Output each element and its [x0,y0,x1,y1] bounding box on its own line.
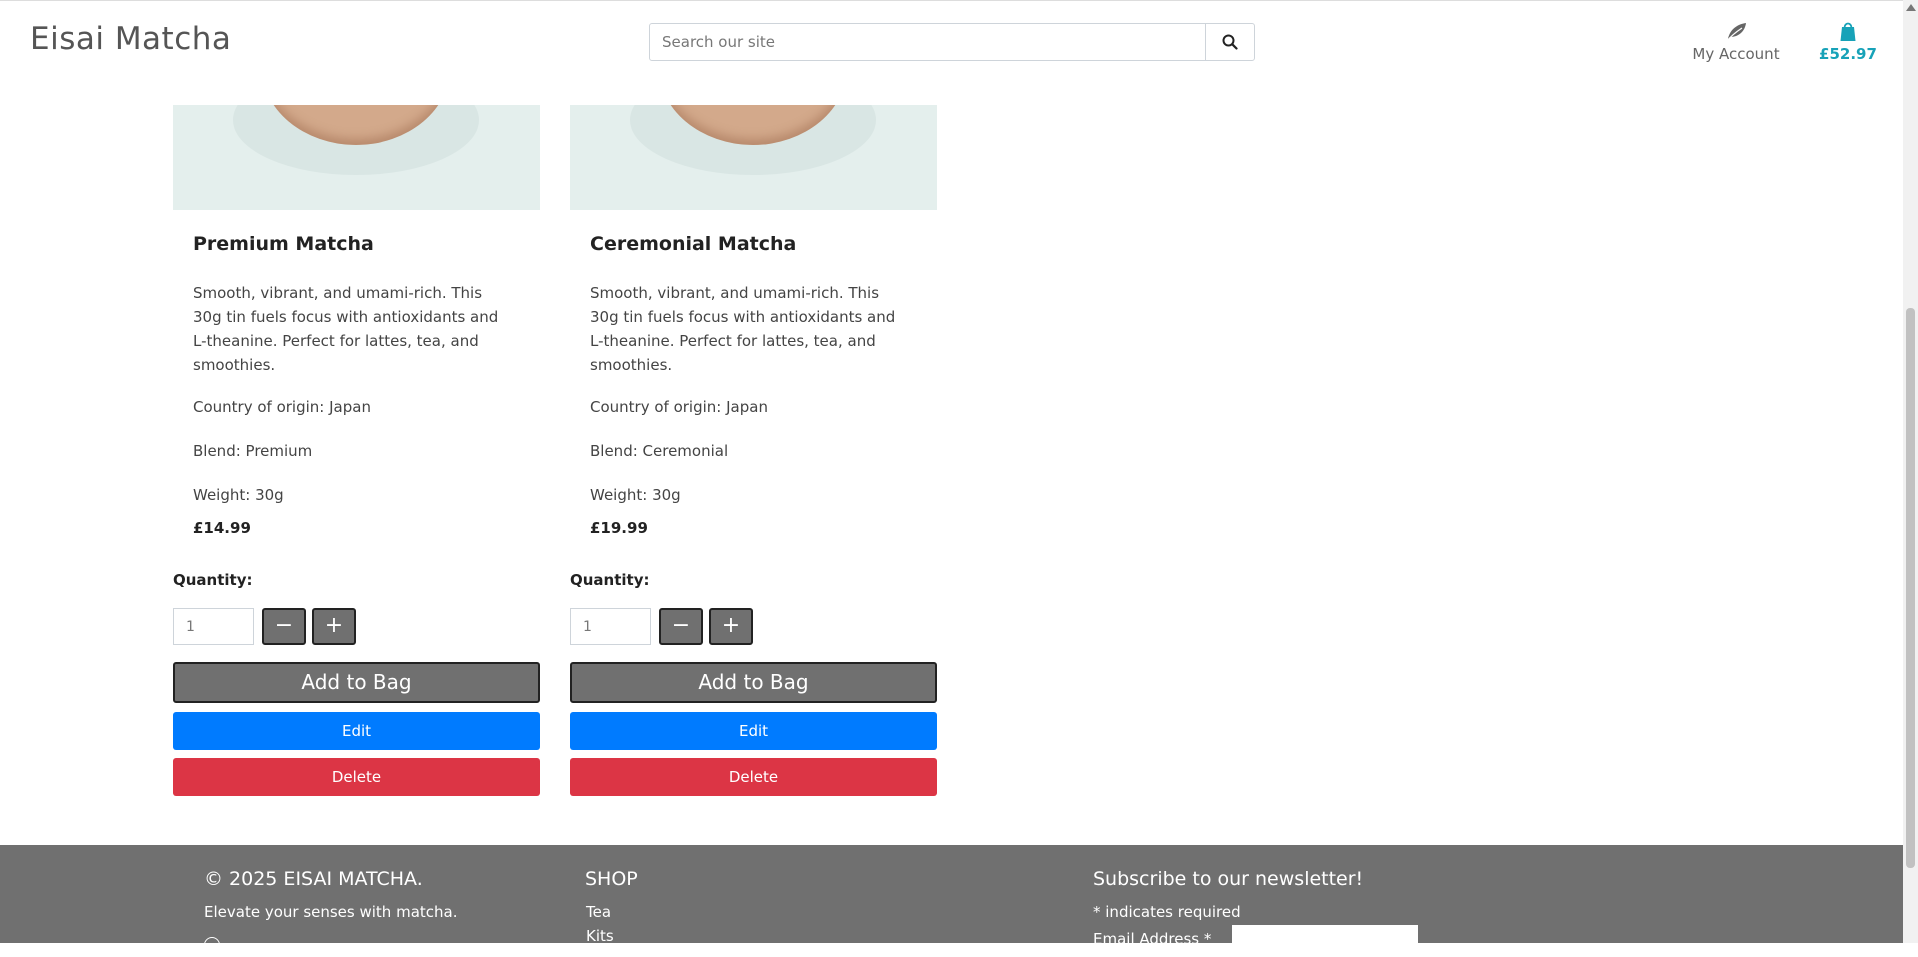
product-price: £14.99 [193,519,251,537]
increment-quantity-button[interactable]: + [709,608,753,645]
footer-link-kits[interactable]: Kits [586,927,614,945]
scrollbar-thumb[interactable] [1906,308,1915,868]
bag-total: £52.97 [1819,45,1877,63]
page-scrollbar[interactable] [1903,0,1918,943]
leaf-icon [1726,23,1746,42]
footer-copyright: © 2025 EISAI MATCHA. [204,868,423,890]
site-header: Eisai Matcha My Account £52.97 [0,0,1903,86]
product-weight: Weight: 30g [193,486,284,504]
product-origin: Country of origin: Japan [590,398,768,416]
product-weight: Weight: 30g [590,486,681,504]
decrement-quantity-button[interactable]: − [262,608,306,645]
product-title: Premium Matcha [193,233,374,255]
brand-logo-text[interactable]: Eisai Matcha [30,21,231,57]
quantity-input[interactable] [570,608,651,645]
site-footer: © 2025 EISAI MATCHA. Elevate your senses… [0,845,1903,957]
delete-product-button[interactable]: Delete [570,758,937,796]
footer-shop-heading: SHOP [585,868,638,890]
product-title: Ceremonial Matcha [590,233,797,255]
shopping-bag-link[interactable]: £52.97 [1816,19,1880,63]
shopping-bag-icon [1840,22,1856,41]
search-bar [649,23,1255,61]
product-description: Smooth, vibrant, and umami-rich. This 30… [590,284,896,374]
my-account-label: My Account [1692,45,1780,63]
delete-product-button[interactable]: Delete [173,758,540,796]
add-to-bag-button[interactable]: Add to Bag [570,662,937,703]
required-note: * indicates required [1093,903,1241,921]
search-button[interactable] [1205,24,1254,60]
product-description: Smooth, vibrant, and umami-rich. This 30… [193,284,499,374]
email-label: Email Address * [1093,930,1212,948]
product-image [570,105,937,210]
quantity-label: Quantity: [570,571,650,589]
decrement-quantity-button[interactable]: − [659,608,703,645]
product-blend: Blend: Premium [193,442,313,460]
my-account-link[interactable]: My Account [1686,19,1786,63]
scroll-up-arrow-icon[interactable] [1906,4,1916,11]
footer-tagline: Elevate your senses with matcha. [204,903,458,921]
footer-link-tea[interactable]: Tea [586,903,611,921]
newsletter-heading: Subscribe to our newsletter! [1093,868,1364,890]
product-origin: Country of origin: Japan [193,398,371,416]
product-blend: Blend: Ceremonial [590,442,729,460]
product-price: £19.99 [590,519,648,537]
newsletter-email-input[interactable] [1232,925,1418,957]
product-image [173,105,540,210]
quantity-input[interactable] [173,608,254,645]
quantity-label: Quantity: [173,571,253,589]
increment-quantity-button[interactable]: + [312,608,356,645]
add-to-bag-button[interactable]: Add to Bag [173,662,540,703]
edit-product-button[interactable]: Edit [173,712,540,750]
search-icon [1222,34,1238,50]
social-icon[interactable] [204,937,220,953]
search-input[interactable] [650,24,1204,60]
edit-product-button[interactable]: Edit [570,712,937,750]
